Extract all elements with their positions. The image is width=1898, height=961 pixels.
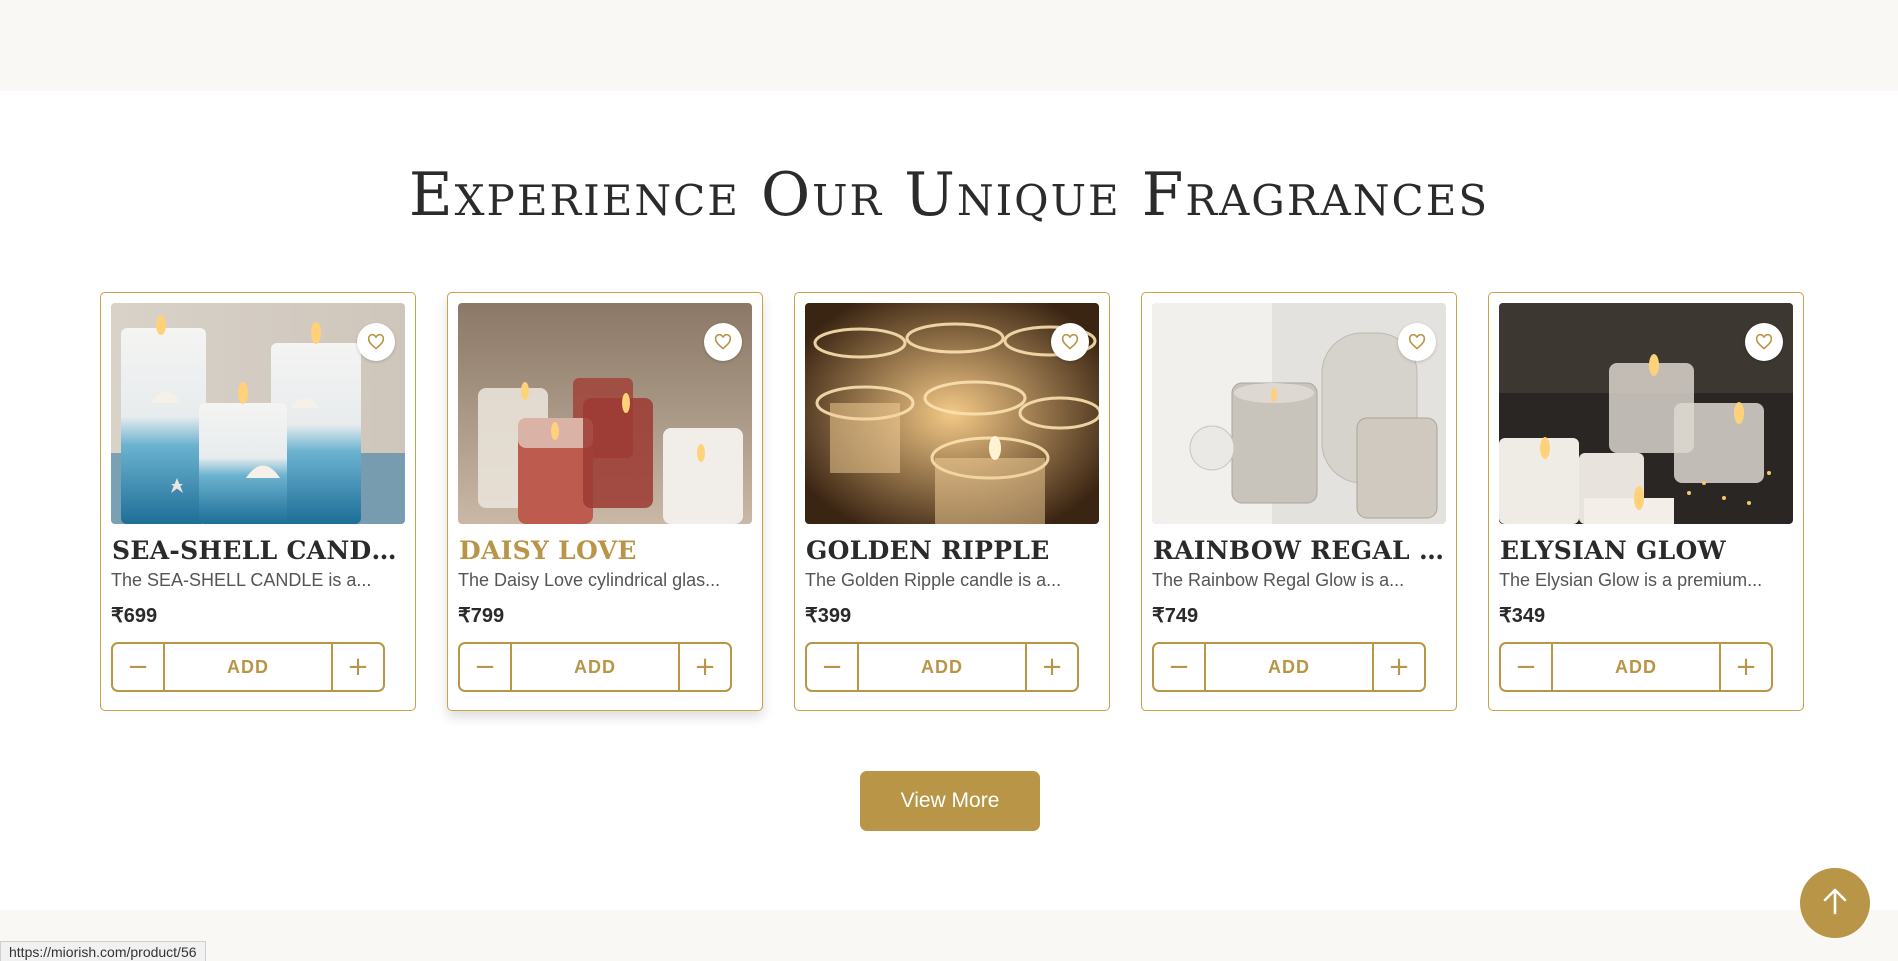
wishlist-button[interactable] — [1398, 323, 1436, 361]
product-card[interactable]: DAISY LOVE The Daisy Love cylindrical gl… — [447, 292, 763, 711]
minus-icon: − — [1515, 652, 1537, 682]
quantity-stepper: − ADD + — [458, 642, 732, 692]
product-name[interactable]: SEA-SHELL CANDLE — [111, 536, 405, 565]
minus-icon: − — [474, 652, 496, 682]
increase-quantity-button[interactable]: + — [1372, 644, 1424, 690]
product-card[interactable]: GOLDEN RIPPLE The Golden Ripple candle i… — [794, 292, 1110, 711]
product-price: ₹799 — [458, 605, 505, 627]
product-price: ₹699 — [111, 605, 158, 627]
decrease-quantity-button[interactable]: − — [807, 644, 859, 690]
product-image[interactable] — [458, 303, 752, 524]
product-image[interactable] — [111, 303, 405, 524]
product-image[interactable] — [805, 303, 1099, 524]
plus-icon: + — [347, 652, 369, 682]
heart-icon — [1755, 334, 1773, 350]
quantity-stepper: − ADD + — [111, 642, 385, 692]
minus-icon: − — [821, 652, 843, 682]
increase-quantity-button[interactable]: + — [331, 644, 383, 690]
increase-quantity-button[interactable]: + — [678, 644, 730, 690]
plus-icon: + — [694, 652, 716, 682]
wishlist-button[interactable] — [1051, 323, 1089, 361]
minus-icon: − — [1168, 652, 1190, 682]
plus-icon: + — [1735, 652, 1757, 682]
product-description: The Daisy Love cylindrical glas... — [458, 570, 721, 590]
product-name[interactable]: ELYSIAN GLOW — [1499, 536, 1793, 565]
product-grid: SEA-SHELL CANDLE The SEA-SHELL CANDLE is… — [100, 292, 1804, 711]
heart-icon — [1061, 334, 1079, 350]
quantity-stepper: − ADD + — [1152, 642, 1426, 692]
wishlist-button[interactable] — [357, 323, 395, 361]
decrease-quantity-button[interactable]: − — [1501, 644, 1553, 690]
product-name[interactable]: RAINBOW REGAL G... — [1152, 536, 1446, 565]
product-image[interactable] — [1152, 303, 1446, 524]
product-name[interactable]: DAISY LOVE — [458, 536, 752, 565]
next-section-band — [0, 910, 1898, 961]
product-price: ₹349 — [1499, 605, 1546, 627]
heart-icon — [367, 334, 385, 350]
product-name[interactable]: GOLDEN RIPPLE — [805, 536, 1099, 565]
scroll-to-top-button[interactable] — [1800, 868, 1870, 938]
increase-quantity-button[interactable]: + — [1719, 644, 1771, 690]
decrease-quantity-button[interactable]: − — [1154, 644, 1206, 690]
product-description: The SEA-SHELL CANDLE is a... — [111, 570, 372, 590]
product-card[interactable]: SEA-SHELL CANDLE The SEA-SHELL CANDLE is… — [100, 292, 416, 711]
product-image[interactable] — [1499, 303, 1793, 524]
view-more-button[interactable]: View More — [860, 771, 1040, 831]
decrease-quantity-button[interactable]: − — [113, 644, 165, 690]
wishlist-button[interactable] — [704, 323, 742, 361]
heart-icon — [714, 334, 732, 350]
product-price: ₹399 — [805, 605, 852, 627]
add-to-cart-button[interactable]: ADD — [512, 644, 678, 690]
increase-quantity-button[interactable]: + — [1025, 644, 1077, 690]
previous-section-band — [0, 0, 1898, 91]
add-to-cart-button[interactable]: ADD — [859, 644, 1025, 690]
product-price: ₹749 — [1152, 605, 1199, 627]
heart-icon — [1408, 334, 1426, 350]
product-card[interactable]: RAINBOW REGAL G... The Rainbow Regal Glo… — [1141, 292, 1457, 711]
wishlist-button[interactable] — [1745, 323, 1783, 361]
product-description: The Golden Ripple candle is a... — [805, 570, 1062, 590]
section-title: Experience Our Unique Fragrances — [408, 160, 1490, 230]
status-bar-url: https://miorish.com/product/56 — [0, 941, 206, 961]
add-to-cart-button[interactable]: ADD — [1553, 644, 1719, 690]
add-to-cart-button[interactable]: ADD — [165, 644, 331, 690]
quantity-stepper: − ADD + — [1499, 642, 1773, 692]
product-description: The Elysian Glow is a premium... — [1499, 570, 1763, 590]
product-description: The Rainbow Regal Glow is a... — [1152, 570, 1405, 590]
add-to-cart-button[interactable]: ADD — [1206, 644, 1372, 690]
quantity-stepper: − ADD + — [805, 642, 1079, 692]
product-card[interactable]: ELYSIAN GLOW The Elysian Glow is a premi… — [1488, 292, 1804, 711]
minus-icon: − — [127, 652, 149, 682]
arrow-up-icon — [1820, 886, 1850, 920]
plus-icon: + — [1041, 652, 1063, 682]
decrease-quantity-button[interactable]: − — [460, 644, 512, 690]
plus-icon: + — [1388, 652, 1410, 682]
